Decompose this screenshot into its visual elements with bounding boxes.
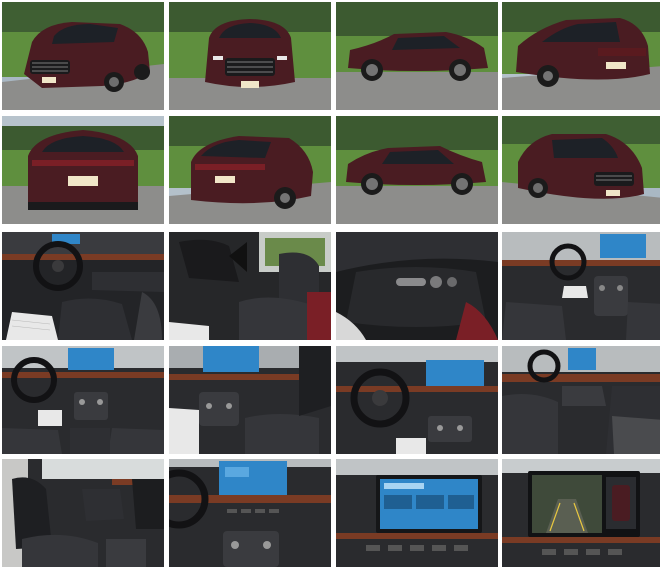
gallery-photo-10[interactable] [169, 232, 331, 340]
driver-seat-image [169, 232, 331, 340]
gallery-photo-6[interactable] [169, 116, 331, 224]
seat-controls-image [336, 232, 498, 340]
gallery-photo-4[interactable] [502, 2, 660, 110]
gallery-photo-18[interactable] [169, 459, 331, 567]
vehicle-front-three-quarter-image [2, 2, 164, 110]
gallery-photo-14[interactable] [169, 346, 331, 454]
gallery-photo-2[interactable] [169, 2, 331, 110]
dashboard-center-image [2, 346, 164, 454]
gallery-photo-8[interactable] [502, 116, 660, 224]
vehicle-side-right-image [336, 116, 498, 224]
gallery-photo-1[interactable] [2, 2, 164, 110]
gallery-photo-7[interactable] [336, 116, 498, 224]
vehicle-front-image [169, 2, 331, 110]
dashboard-passenger-view-image [502, 232, 660, 340]
front-seats-side-image [2, 459, 164, 567]
vehicle-rear-three-quarter-image [502, 2, 660, 110]
vehicle-rear-three-quarter-right-image [169, 116, 331, 224]
gallery-photo-13[interactable] [2, 346, 164, 454]
passenger-dashboard-image [502, 346, 660, 454]
photo-gallery [0, 0, 660, 567]
gallery-photo-11[interactable] [336, 232, 498, 340]
backup-camera-screen-image [502, 459, 660, 567]
gallery-photo-16[interactable] [502, 346, 660, 454]
vehicle-front-three-quarter-right-image [502, 116, 660, 224]
gallery-photo-19[interactable] [336, 459, 498, 567]
center-stack-image [169, 459, 331, 567]
gallery-photo-3[interactable] [336, 2, 498, 110]
gallery-photo-15[interactable] [336, 346, 498, 454]
gallery-photo-20[interactable] [502, 459, 660, 567]
driver-cockpit-image [2, 232, 164, 340]
steering-wheel-display-image [336, 346, 498, 454]
gallery-photo-12[interactable] [502, 232, 660, 340]
infotainment-screen-image [336, 459, 498, 567]
vehicle-side-image [336, 2, 498, 110]
gallery-photo-9[interactable] [2, 232, 164, 340]
center-console-image [169, 346, 331, 454]
vehicle-rear-image [2, 116, 164, 224]
gallery-photo-5[interactable] [2, 116, 164, 224]
gallery-photo-17[interactable] [2, 459, 164, 567]
